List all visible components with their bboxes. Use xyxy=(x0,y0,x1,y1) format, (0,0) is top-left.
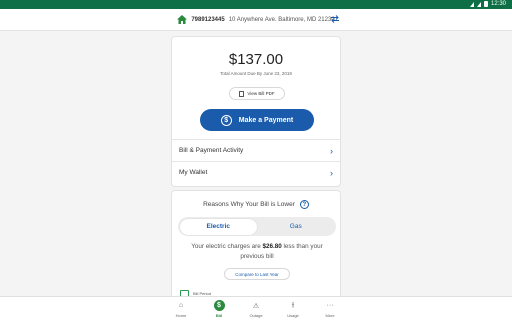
comparison-summary: Your electric charges are $26.80 less th… xyxy=(187,242,327,261)
home-icon: ⌂ xyxy=(178,302,184,309)
comparison-prefix: Your electric charges are xyxy=(191,243,263,250)
status-time: 12:30 xyxy=(490,1,506,7)
reasons-title: Reasons Why Your Bill is Lower xyxy=(203,201,295,208)
status-icons: 12:30 xyxy=(469,1,506,7)
outage-icon: ⚠ xyxy=(252,302,260,310)
make-payment-label: Make a Payment xyxy=(238,116,294,124)
reasons-header: Reasons Why Your Bill is Lower ? xyxy=(172,200,340,209)
usage-icon: ⫲ xyxy=(291,301,295,309)
tab-usage[interactable]: ⫲ Usage xyxy=(281,300,305,319)
account-number: 7989123445 xyxy=(191,16,225,23)
tab-gas[interactable]: Gas xyxy=(257,219,335,235)
bill-summary-card: $137.00 Total Amount Due By June 23, 201… xyxy=(171,36,341,187)
compare-last-year-button[interactable]: Compare to Last Year xyxy=(224,268,290,280)
tab-electric[interactable]: Electric xyxy=(179,218,257,235)
bill-payment-activity-row[interactable]: Bill & Payment Activity › xyxy=(172,139,340,161)
bottom-tab-bar: ⌂ Home $ Bill ⚠ Outage ⫲ Usage ··· More xyxy=(0,296,512,320)
status-bar: 12:30 xyxy=(0,0,512,9)
home-icon xyxy=(177,15,188,24)
tab-label: Home xyxy=(175,313,187,318)
row-label: Bill & Payment Activity xyxy=(179,147,244,154)
chevron-right-icon: › xyxy=(330,145,333,156)
switch-account-icon[interactable] xyxy=(330,14,340,24)
row-label: My Wallet xyxy=(179,169,208,176)
account-address: 10 Anywhere Ave. Baltimore, MD 21230 xyxy=(228,16,335,23)
comparison-amount: $26.80 xyxy=(262,243,282,250)
tab-label: More xyxy=(325,313,335,318)
amount-due: $137.00 xyxy=(228,51,284,68)
view-bill-pdf-button[interactable]: View Bill PDF xyxy=(229,87,285,100)
tab-label: Outage xyxy=(249,313,263,318)
tab-outage[interactable]: ⚠ Outage xyxy=(244,300,268,319)
chevron-right-icon: › xyxy=(330,167,333,178)
my-wallet-row[interactable]: My Wallet › xyxy=(172,161,340,183)
tab-label: Usage xyxy=(287,313,299,318)
help-icon[interactable]: ? xyxy=(299,200,309,209)
tab-home[interactable]: ⌂ Home xyxy=(169,300,193,318)
due-date-text: Total Amount Due By June 23, 2019 xyxy=(220,71,292,76)
account-header[interactable]: 7989123445 10 Anywhere Ave. Baltimore, M… xyxy=(0,9,512,31)
dollar-icon: $ xyxy=(220,114,232,126)
signal-icon xyxy=(476,1,481,7)
battery-icon xyxy=(483,1,488,7)
document-icon xyxy=(239,90,245,97)
fuel-type-toggle: Electric Gas xyxy=(178,217,336,236)
wifi-icon xyxy=(469,1,474,7)
tab-bill[interactable]: $ Bill xyxy=(207,300,231,318)
tab-more[interactable]: ··· More xyxy=(318,300,342,318)
more-icon: ··· xyxy=(326,302,334,309)
make-payment-button[interactable]: $ Make a Payment xyxy=(200,109,314,131)
view-bill-pdf-label: View Bill PDF xyxy=(247,91,275,96)
bill-comparison-card: Reasons Why Your Bill is Lower ? Electri… xyxy=(171,190,341,297)
tab-label: Bill xyxy=(215,313,223,318)
dollar-icon: $ xyxy=(213,300,225,311)
